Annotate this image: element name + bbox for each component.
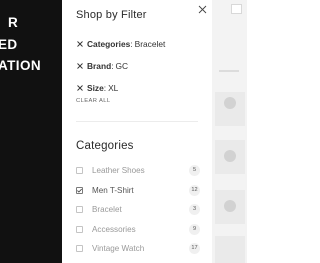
filter-panel: Shop by Filter Categories: Bracelet Bran… [62,0,212,263]
active-filter-categories[interactable]: Categories: Bracelet [76,38,206,50]
category-item-accessories[interactable]: Accessories 9 [76,223,200,237]
cart-badge [231,4,242,14]
filter-value: GC [115,61,129,71]
category-label: Vintage Watch [92,244,145,253]
close-icon[interactable] [198,5,207,14]
filter-value: Bracelet [134,39,166,49]
category-checkbox[interactable] [76,245,83,252]
grid-text-line [219,70,239,72]
promo-line-3: ATION [0,58,41,73]
category-checkbox[interactable] [76,186,83,194]
category-label: Bracelet [92,205,122,214]
filter-panel-title: Shop by Filter [76,9,147,21]
category-list: Leather Shoes 5 Men T-Shirt 12 Bracelet … [76,165,200,263]
category-label: Men T-Shirt [92,185,134,195]
category-item-leather-shoes[interactable]: Leather Shoes 5 [76,165,200,178]
product-grid-preview [212,0,247,263]
category-count-badge: 9 [189,223,200,235]
category-count-badge: 5 [189,165,200,176]
promo-banner: R ED ATION [0,0,62,263]
product-figure [224,97,236,109]
active-filter-brand[interactable]: Brand: GC [76,60,206,72]
check-icon [77,188,83,193]
filter-separator: : [111,61,114,71]
category-count-badge: 3 [189,204,200,215]
active-filter-size[interactable]: Size: XL [76,82,206,94]
categories-title: Categories [76,140,134,152]
active-filters: Categories: Bracelet Brand: GC Size: XL [76,38,206,104]
filter-separator: : [103,83,107,93]
x-icon [76,84,84,92]
section-divider [76,121,198,122]
x-icon [76,62,84,70]
product-figure [224,200,236,212]
filter-separator: : [130,39,133,49]
category-item-vintage-watch[interactable]: Vintage Watch 17 [76,243,200,256]
filter-key: Size [87,83,104,93]
category-checkbox[interactable] [76,225,83,233]
category-checkbox[interactable] [76,206,83,213]
x-icon [76,40,84,48]
product-card [215,236,245,263]
product-figure [224,150,236,162]
promo-line-1: R [8,15,19,30]
category-label: Leather Shoes [92,166,145,175]
category-checkbox[interactable] [76,167,83,174]
filter-key: Categories [87,39,131,49]
category-count-badge: 12 [189,184,200,196]
filter-key: Brand [87,61,112,71]
filter-value: XL [108,83,119,93]
category-label: Accessories [92,224,136,234]
category-count-badge: 17 [189,243,200,254]
category-item-bracelet[interactable]: Bracelet 3 [76,204,200,217]
clear-all-link[interactable]: CLEAR ALL [76,98,111,104]
category-item-men-t-shirt[interactable]: Men T-Shirt 12 [76,184,200,198]
promo-line-2: ED [0,37,18,52]
